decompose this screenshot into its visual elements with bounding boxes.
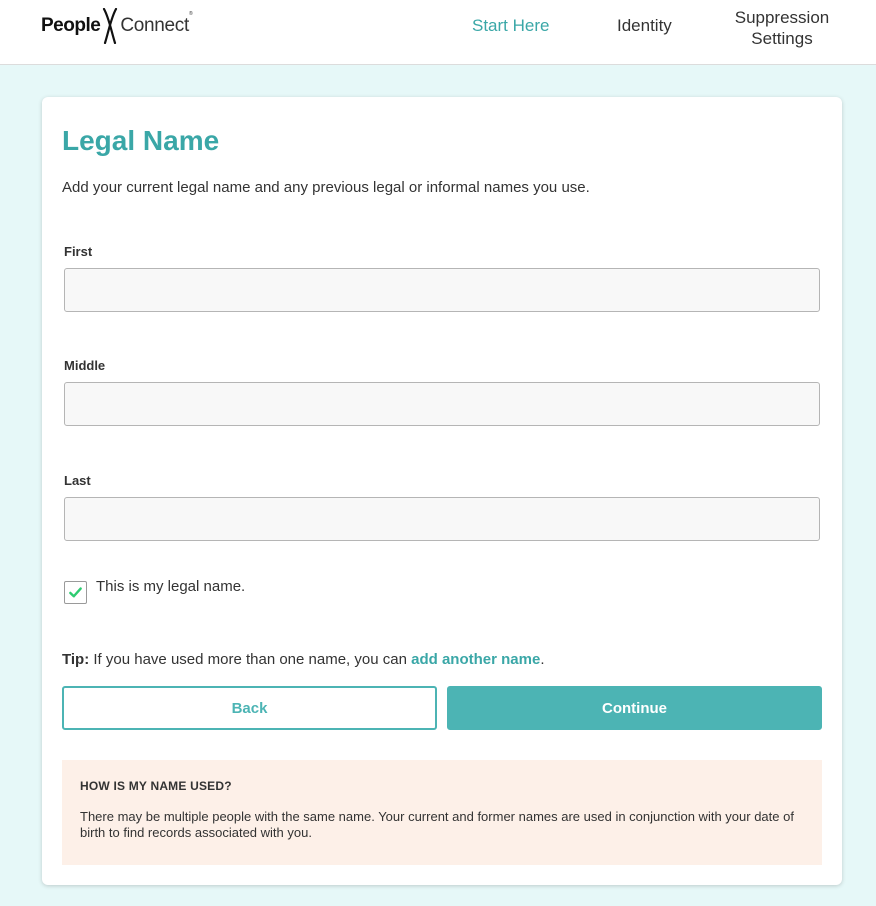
nav-suppression-line1: Suppression <box>734 8 830 27</box>
logo-registered-mark: ® <box>188 11 193 17</box>
logo-people-text: People <box>41 15 101 36</box>
legal-name-card: Legal Name Add your current legal name a… <box>42 97 842 885</box>
name-usage-info-box: HOW IS MY NAME USED? There may be multip… <box>62 760 822 865</box>
tip-text: Tip: If you have used more than one name… <box>62 651 544 668</box>
logo-connect-text: Connect® <box>120 11 193 36</box>
middle-name-label: Middle <box>64 358 106 373</box>
first-name-input[interactable] <box>64 268 820 312</box>
tip-suffix: . <box>540 651 545 668</box>
nav-suppression-line2: Settings <box>751 29 813 48</box>
continue-button[interactable]: Continue <box>447 686 822 730</box>
info-box-title: HOW IS MY NAME USED? <box>80 779 232 793</box>
page-title: Legal Name <box>62 125 220 156</box>
page-subtitle: Add your current legal name and any prev… <box>62 179 590 196</box>
peopleconnect-logo[interactable]: People Connect® <box>41 8 193 44</box>
x-figure-icon <box>103 8 118 44</box>
top-header: People Connect® Start Here Identity Supp… <box>0 0 876 65</box>
middle-name-input[interactable] <box>64 382 820 426</box>
back-button[interactable]: Back <box>62 686 437 730</box>
nav-suppression-settings[interactable]: Suppression Settings <box>730 7 834 49</box>
add-another-name-link[interactable]: add another name <box>411 651 540 668</box>
tip-body: If you have used more than one name, you… <box>93 651 407 668</box>
nav-start-here[interactable]: Start Here <box>472 16 549 36</box>
legal-name-checkbox[interactable] <box>64 581 87 604</box>
tip-prefix: Tip: <box>62 651 90 668</box>
legal-name-checkbox-label[interactable]: This is my legal name. <box>96 578 245 595</box>
last-name-input[interactable] <box>64 497 820 541</box>
last-name-label: Last <box>64 473 91 488</box>
checkmark-icon <box>69 587 82 598</box>
first-name-label: First <box>64 244 93 259</box>
info-box-text: There may be multiple people with the sa… <box>80 809 794 840</box>
nav-identity[interactable]: Identity <box>617 16 672 36</box>
